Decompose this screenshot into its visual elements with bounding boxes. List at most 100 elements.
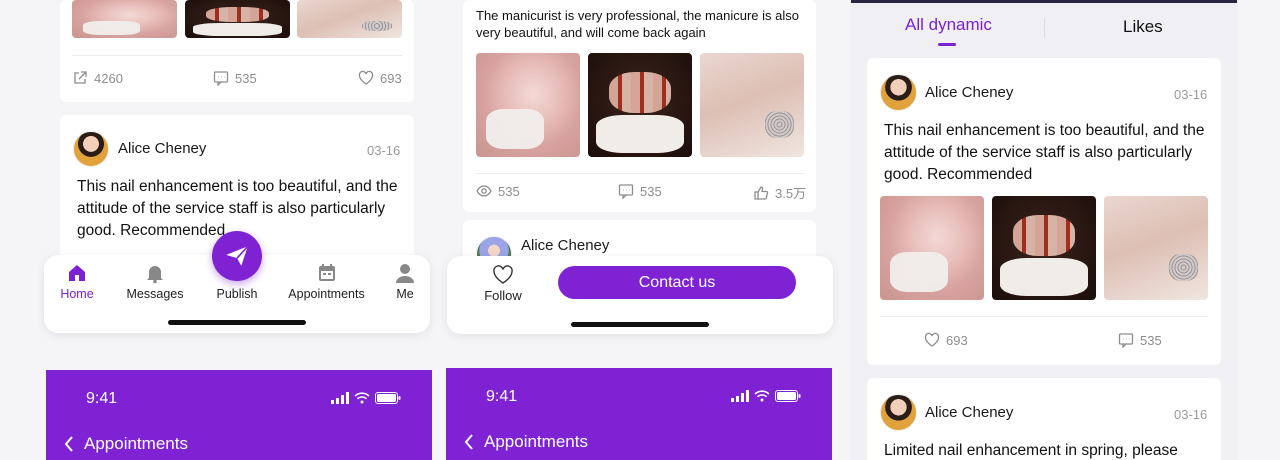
comment-icon xyxy=(1118,333,1134,348)
avatar[interactable] xyxy=(880,394,917,431)
contact-label: Contact us xyxy=(638,273,716,291)
tab-label: Appointments xyxy=(288,287,365,301)
contact-us-button[interactable]: Contact us xyxy=(558,266,796,299)
battery-icon xyxy=(775,390,801,402)
tab-me[interactable]: Me xyxy=(392,262,418,301)
username[interactable]: Alice Cheney xyxy=(118,140,206,157)
username[interactable]: Alice Cheney xyxy=(925,404,1013,421)
eye-icon xyxy=(476,185,492,197)
post-text: This nail enhancement is too beautiful, … xyxy=(884,122,1205,183)
post-date: 03-16 xyxy=(1174,407,1208,422)
review-image[interactable] xyxy=(476,53,580,157)
home-indicator xyxy=(571,322,709,327)
wifi-icon xyxy=(754,390,770,402)
appointments-header: 9:41 Appointments xyxy=(446,368,832,460)
like-stat[interactable]: 3.5万 xyxy=(753,183,806,202)
active-tab-indicator xyxy=(938,43,956,46)
divider xyxy=(72,55,402,56)
post-date: 03-16 xyxy=(1174,87,1208,102)
divider xyxy=(880,316,1208,317)
share-count: 4260 xyxy=(94,70,123,86)
send-icon xyxy=(226,245,249,266)
comment-stat[interactable]: 535 xyxy=(213,70,257,86)
profile-panel: All dynamic Likes Alice Cheney 03-16 Thi… xyxy=(851,0,1237,460)
bell-icon xyxy=(147,266,163,284)
back-arrow-icon[interactable] xyxy=(64,436,74,452)
page-title: Appointments xyxy=(84,434,188,453)
tab-separator xyxy=(1044,18,1045,38)
publish-button[interactable] xyxy=(212,231,262,281)
review-text: The manicurist is very professional, the… xyxy=(476,8,799,40)
follow-label: Follow xyxy=(484,288,522,303)
post-image[interactable] xyxy=(185,0,290,38)
view-stat: 535 xyxy=(476,183,520,199)
review-card: The manicurist is very professional, the… xyxy=(463,0,816,212)
home-indicator xyxy=(168,320,306,325)
battery-icon xyxy=(375,392,401,404)
status-time: 9:41 xyxy=(486,388,518,405)
home-icon xyxy=(69,265,85,281)
user-icon xyxy=(396,264,414,283)
tab-messages[interactable]: Messages xyxy=(124,262,186,301)
calendar-icon xyxy=(318,264,335,281)
tab-appointments[interactable]: Appointments xyxy=(284,262,369,301)
wifi-icon xyxy=(354,392,370,404)
post-text: Limited nail enhancement in spring, plea… xyxy=(884,442,1178,459)
post-image[interactable] xyxy=(297,0,402,38)
heart-icon xyxy=(924,332,940,347)
signal-icon xyxy=(331,392,349,404)
like-count: 693 xyxy=(946,332,968,348)
follow-button[interactable]: Follow xyxy=(477,264,529,303)
like-stat[interactable]: 693 xyxy=(358,70,402,86)
comment-icon xyxy=(213,71,229,86)
back-arrow-icon[interactable] xyxy=(464,434,474,450)
username[interactable]: Alice Cheney xyxy=(521,237,609,254)
heart-icon xyxy=(493,265,513,284)
nav-bar: Appointments xyxy=(464,432,588,452)
username[interactable]: Alice Cheney xyxy=(925,84,1013,101)
thumbs-up-icon xyxy=(754,185,769,200)
post-image[interactable] xyxy=(1104,196,1208,300)
nav-bar: Appointments xyxy=(64,434,188,454)
tab-likes[interactable]: Likes xyxy=(1123,17,1163,37)
share-icon xyxy=(74,71,87,84)
tab-label: All dynamic xyxy=(905,15,992,34)
tab-label: Home xyxy=(60,287,94,301)
review-image[interactable] xyxy=(700,53,804,157)
comment-icon xyxy=(618,184,634,199)
share-stat[interactable]: 4260 xyxy=(72,70,123,86)
post-date: 03-16 xyxy=(367,143,401,158)
comment-count: 535 xyxy=(640,183,662,199)
comment-count: 535 xyxy=(1140,332,1162,348)
heart-icon xyxy=(358,70,374,85)
panel-top-edge xyxy=(851,0,1237,3)
page-title: Appointments xyxy=(484,432,588,451)
status-icons xyxy=(731,390,801,402)
tab-label: Me xyxy=(396,287,414,301)
view-count: 535 xyxy=(498,183,520,199)
avatar[interactable] xyxy=(880,74,917,111)
post-image[interactable] xyxy=(72,0,177,38)
comment-stat[interactable]: 535 xyxy=(1118,332,1162,348)
avatar[interactable] xyxy=(73,131,109,167)
tab-home[interactable]: Home xyxy=(59,262,95,301)
tab-label: Likes xyxy=(1123,17,1163,36)
dynamic-post-card: Alice Cheney 03-16 Limited nail enhancem… xyxy=(867,378,1221,460)
feed-card-top: 4260 535 693 xyxy=(60,0,414,102)
appointments-header: 9:41 Appointments xyxy=(46,370,432,460)
tab-label: Publish xyxy=(216,287,258,301)
dynamic-post-card: Alice Cheney 03-16 This nail enhancement… xyxy=(867,58,1221,365)
review-image[interactable] xyxy=(588,53,692,157)
status-icons xyxy=(331,392,401,404)
like-stat[interactable]: 693 xyxy=(924,332,968,348)
tab-all-dynamic[interactable]: All dynamic xyxy=(905,15,992,35)
post-image[interactable] xyxy=(992,196,1096,300)
signal-icon xyxy=(731,390,749,402)
comment-stat[interactable]: 535 xyxy=(618,183,662,199)
like-count: 3.5万 xyxy=(775,186,807,201)
post-image[interactable] xyxy=(880,196,984,300)
contact-bar: Follow Contact us xyxy=(447,256,833,334)
like-count: 693 xyxy=(380,70,402,86)
divider xyxy=(476,173,804,174)
comment-count: 535 xyxy=(235,70,257,86)
